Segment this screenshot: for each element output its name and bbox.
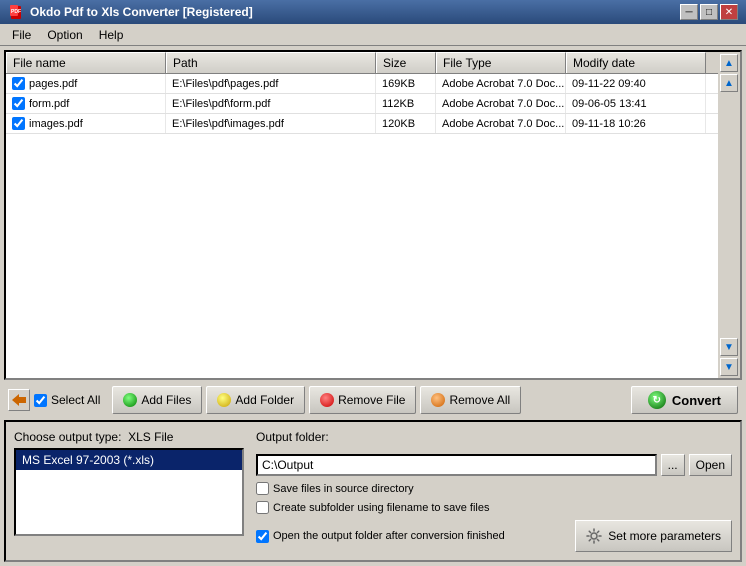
- file-table: File name Path Size File Type Modify dat…: [6, 52, 718, 378]
- maximize-button[interactable]: □: [700, 4, 718, 20]
- scroll-down-button[interactable]: ▼: [720, 338, 738, 356]
- remove-all-button[interactable]: Remove All: [420, 386, 521, 414]
- output-type-list[interactable]: MS Excel 97-2003 (*.xls): [14, 448, 244, 536]
- col-header-modifydate: Modify date: [566, 52, 706, 73]
- col-header-path: Path: [166, 52, 376, 73]
- type-list-item[interactable]: MS Excel 97-2003 (*.xls): [16, 450, 242, 470]
- remove-file-icon: [320, 393, 334, 407]
- file-checkbox-2[interactable]: [12, 117, 25, 130]
- file-cell-path-1: E:\Files\pdf\form.pdf: [166, 94, 376, 113]
- file-cell-size-2: 120KB: [376, 114, 436, 133]
- menu-file[interactable]: File: [4, 26, 39, 44]
- file-cell-name-2: images.pdf: [6, 114, 166, 133]
- title-bar: PDF Okdo Pdf to Xls Converter [Registere…: [0, 0, 746, 24]
- menu-bar: File Option Help: [0, 24, 746, 46]
- checkbox-row-3: Open the output folder after conversion …: [256, 530, 505, 543]
- checkbox-row-1: Save files in source directory: [256, 482, 732, 495]
- app-title: Okdo Pdf to Xls Converter [Registered]: [30, 5, 253, 19]
- minimize-button[interactable]: ─: [680, 4, 698, 20]
- scroll-up-button[interactable]: ▲: [720, 74, 738, 92]
- folder-row: ... Open: [256, 454, 732, 476]
- convert-icon: ↻: [648, 391, 666, 409]
- file-cell-path-2: E:\Files\pdf\images.pdf: [166, 114, 376, 133]
- file-list-container: File name Path Size File Type Modify dat…: [4, 50, 742, 380]
- output-folder-section: Output folder: ... Open Save files in so…: [256, 430, 732, 552]
- file-cell-name-0: pages.pdf: [6, 74, 166, 93]
- file-cell-type-1: Adobe Acrobat 7.0 Doc...: [436, 94, 566, 113]
- file-cell-name-1: form.pdf: [6, 94, 166, 113]
- add-folder-button[interactable]: Add Folder: [206, 386, 305, 414]
- file-checkbox-0[interactable]: [12, 77, 25, 90]
- table-row: form.pdf E:\Files\pdf\form.pdf 112KB Ado…: [6, 94, 718, 114]
- add-files-button[interactable]: Add Files: [112, 386, 202, 414]
- menu-option[interactable]: Option: [39, 26, 90, 44]
- file-cell-size-1: 112KB: [376, 94, 436, 113]
- checkbox-row-2: Create subfolder using filename to save …: [256, 501, 732, 514]
- output-type-section: Choose output type: XLS File MS Excel 97…: [14, 430, 244, 552]
- create-subfolder-checkbox[interactable]: [256, 501, 269, 514]
- file-table-body: pages.pdf E:\Files\pdf\pages.pdf 169KB A…: [6, 74, 718, 378]
- file-cell-type-0: Adobe Acrobat 7.0 Doc...: [436, 74, 566, 93]
- scroll-top-button[interactable]: ▲: [720, 54, 738, 72]
- set-more-params-button[interactable]: Set more parameters: [575, 520, 732, 552]
- remove-file-button[interactable]: Remove File: [309, 386, 416, 414]
- open-output-checkbox[interactable]: [256, 530, 269, 543]
- add-files-icon: [123, 393, 137, 407]
- back-button[interactable]: [8, 389, 30, 411]
- col-header-filename: File name: [6, 52, 166, 73]
- menu-help[interactable]: Help: [91, 26, 132, 44]
- toolbar-area: Select All Add Files Add Folder Remove F…: [4, 384, 742, 416]
- close-button[interactable]: ✕: [720, 4, 738, 20]
- table-row: pages.pdf E:\Files\pdf\pages.pdf 169KB A…: [6, 74, 718, 94]
- select-all-area: Select All: [34, 393, 100, 407]
- file-cell-date-2: 09-11-18 10:26: [566, 114, 706, 133]
- app-icon: PDF: [8, 4, 24, 20]
- main-window: File name Path Size File Type Modify dat…: [0, 46, 746, 566]
- table-row: images.pdf E:\Files\pdf\images.pdf 120KB…: [6, 114, 718, 134]
- svg-text:PDF: PDF: [11, 9, 21, 15]
- file-cell-path-0: E:\Files\pdf\pages.pdf: [166, 74, 376, 93]
- bottom-panel: Choose output type: XLS File MS Excel 97…: [4, 420, 742, 562]
- file-checkbox-1[interactable]: [12, 97, 25, 110]
- output-type-label: Choose output type: XLS File: [14, 430, 244, 444]
- scroll-bottom-button[interactable]: ▼: [720, 358, 738, 376]
- save-source-checkbox[interactable]: [256, 482, 269, 495]
- file-cell-date-1: 09-06-05 13:41: [566, 94, 706, 113]
- open-folder-button[interactable]: Open: [689, 454, 732, 476]
- col-header-filetype: File Type: [436, 52, 566, 73]
- convert-button[interactable]: ↻ Convert: [631, 386, 738, 414]
- gear-icon: [586, 528, 602, 544]
- output-folder-label: Output folder:: [256, 430, 732, 444]
- file-cell-size-0: 169KB: [376, 74, 436, 93]
- browse-folder-button[interactable]: ...: [661, 454, 685, 476]
- select-all-checkbox[interactable]: [34, 394, 47, 407]
- scroll-buttons: ▲ ▲ ▼ ▼: [718, 52, 740, 378]
- table-header: File name Path Size File Type Modify dat…: [6, 52, 718, 74]
- col-header-size: Size: [376, 52, 436, 73]
- output-folder-input[interactable]: [256, 454, 657, 476]
- file-cell-date-0: 09-11-22 09:40: [566, 74, 706, 93]
- remove-all-icon: [431, 393, 445, 407]
- file-cell-type-2: Adobe Acrobat 7.0 Doc...: [436, 114, 566, 133]
- add-folder-icon: [217, 393, 231, 407]
- select-all-label: Select All: [51, 393, 100, 407]
